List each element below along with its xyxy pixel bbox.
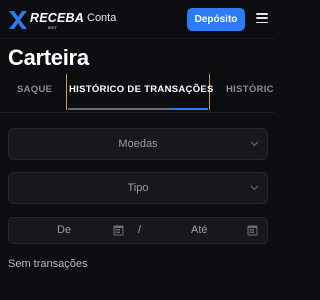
type-select-label: Tipo <box>127 182 149 194</box>
currency-select[interactable]: Moedas <box>8 128 268 160</box>
account-link[interactable]: Conta <box>87 12 116 24</box>
empty-state-text: Sem transações <box>8 258 88 270</box>
calendar-icon[interactable] <box>113 224 124 236</box>
tab-history-partial[interactable]: HISTÓRIC <box>226 84 274 95</box>
tab-transaction-history[interactable]: HISTÓRICO DE TRANSAÇÕES <box>69 84 214 95</box>
tab-underline <box>68 108 172 110</box>
tabs-divider <box>0 112 274 113</box>
logo-subtext: BET <box>48 25 58 30</box>
chevron-down-icon <box>250 185 259 191</box>
page-title: Carteira <box>8 45 89 70</box>
hamburger-menu-icon[interactable] <box>256 13 268 24</box>
chevron-down-icon <box>250 141 259 147</box>
brand-logo[interactable]: RECEBA BET <box>8 9 84 31</box>
wallet-tabs: SAQUE HISTÓRICO DE TRANSAÇÕES HISTÓRIC <box>0 74 274 110</box>
currency-select-label: Moedas <box>118 138 158 150</box>
type-select[interactable]: Tipo <box>8 172 268 204</box>
tab-saque[interactable]: SAQUE <box>17 84 52 95</box>
tab-active-indicator <box>172 108 208 110</box>
date-separator: / <box>138 224 142 236</box>
date-to-field[interactable]: Até <box>191 224 208 236</box>
logo-wordmark: RECEBA <box>30 11 84 25</box>
logo-x-icon <box>9 11 27 29</box>
deposit-button[interactable]: Depósito <box>187 8 245 31</box>
calendar-icon[interactable] <box>247 224 258 236</box>
top-header: RECEBA BET Conta Depósito <box>0 0 274 39</box>
date-range-picker: De / Até <box>8 217 268 244</box>
date-from-field[interactable]: De <box>57 224 71 236</box>
